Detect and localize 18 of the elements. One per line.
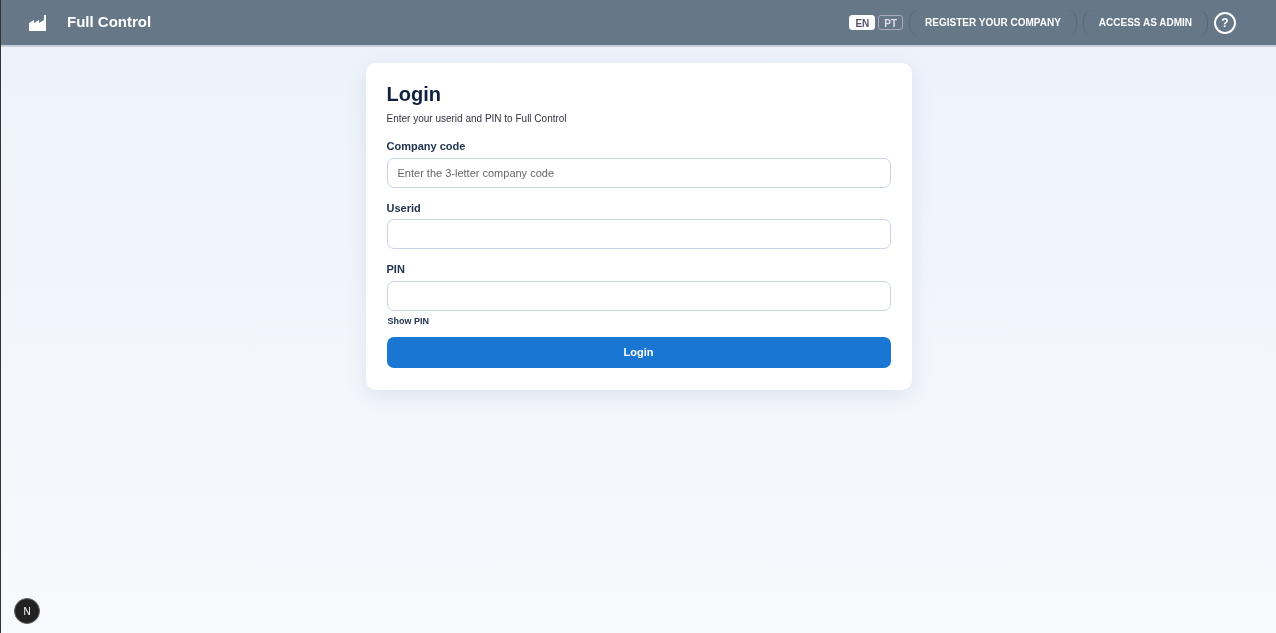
nav-button[interactable]: ACCESS AS ADMIN bbox=[1082, 9, 1208, 36]
field-label: Company code bbox=[386, 139, 467, 154]
language-toggle[interactable]: PT bbox=[878, 15, 904, 30]
dev-badge[interactable]: N bbox=[14, 598, 40, 624]
input-field[interactable] bbox=[386, 219, 891, 249]
login-subtitle: Enter your userid and PIN to Full Control bbox=[386, 112, 568, 126]
login-button[interactable]: Login bbox=[386, 337, 891, 368]
login-title: Login bbox=[386, 83, 442, 105]
input-field[interactable]: Enter the 3-letter company code bbox=[386, 157, 891, 188]
field-label: Userid bbox=[386, 200, 422, 216]
show-pin-link[interactable]: Show PIN bbox=[387, 314, 429, 328]
help-button[interactable]: ? bbox=[1214, 11, 1236, 34]
app-title: Full Control bbox=[67, 12, 152, 33]
language-toggle[interactable]: EN bbox=[849, 15, 876, 30]
input-field[interactable] bbox=[386, 280, 891, 311]
factory-icon bbox=[29, 14, 49, 31]
field-label: PIN bbox=[386, 262, 406, 277]
nav-button[interactable]: REGISTER YOUR COMPANY bbox=[909, 9, 1077, 36]
